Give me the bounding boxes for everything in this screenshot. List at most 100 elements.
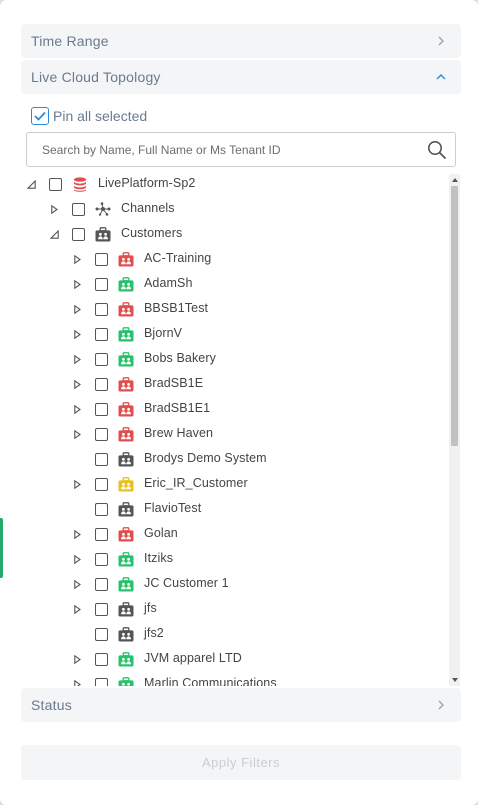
scroll-down-arrow-icon[interactable] xyxy=(451,676,458,684)
tree-node-label: JC Customer 1 xyxy=(144,576,229,590)
tree-row[interactable]: Customers xyxy=(21,222,449,247)
tree-checkbox[interactable] xyxy=(95,628,108,641)
collapsed-caret-icon[interactable] xyxy=(72,329,82,339)
tree-row[interactable]: Bobs Bakery xyxy=(21,347,449,372)
tree-node-label: BjornV xyxy=(144,326,183,340)
briefcase-icon xyxy=(118,676,134,686)
tree-checkbox[interactable] xyxy=(95,253,108,266)
tree-checkbox[interactable] xyxy=(49,178,62,191)
tree-node-label: Customers xyxy=(121,226,183,240)
collapsed-caret-icon[interactable] xyxy=(72,529,82,539)
tree-checkbox[interactable] xyxy=(95,278,108,291)
tree-node-label: AdamSh xyxy=(144,276,193,290)
briefcase-icon xyxy=(118,426,134,442)
apply-filters-button[interactable]: Apply Filters xyxy=(21,745,461,780)
tree-checkbox[interactable] xyxy=(72,228,85,241)
briefcase-icon xyxy=(118,251,134,267)
time-range-header[interactable]: Time Range xyxy=(21,24,461,58)
pin-all-checkbox[interactable] xyxy=(31,107,49,125)
tree-row[interactable]: BjornV xyxy=(21,322,449,347)
tree-checkbox[interactable] xyxy=(95,528,108,541)
tree-checkbox[interactable] xyxy=(95,578,108,591)
chevron-up-icon xyxy=(434,70,448,84)
tree-row[interactable]: Marlin Communications xyxy=(21,672,449,686)
collapsed-caret-icon[interactable] xyxy=(49,204,59,214)
tree-scrollbar[interactable] xyxy=(449,174,460,686)
collapsed-caret-icon[interactable] xyxy=(72,354,82,364)
filter-panel: Time Range Live Cloud Topology Pin all s… xyxy=(0,0,478,805)
collapsed-caret-icon[interactable] xyxy=(72,604,82,614)
tree-checkbox[interactable] xyxy=(95,553,108,566)
expanded-caret-icon[interactable] xyxy=(26,179,36,189)
topology-tree: LivePlatform-Sp2 Channels Customers AC-Trai… xyxy=(21,172,461,686)
tree-checkbox[interactable] xyxy=(95,353,108,366)
tree-row[interactable]: JVM apparel LTD xyxy=(21,647,449,672)
tree-node-label: JVM apparel LTD xyxy=(144,651,242,665)
tree-row[interactable]: Itziks xyxy=(21,547,449,572)
tree-checkbox[interactable] xyxy=(95,503,108,516)
collapsed-caret-icon[interactable] xyxy=(72,654,82,664)
pin-all-selected[interactable]: Pin all selected xyxy=(31,106,147,126)
scroll-up-arrow-icon[interactable] xyxy=(451,176,458,184)
network-icon xyxy=(95,201,111,217)
tree-checkbox[interactable] xyxy=(95,603,108,616)
tree-checkbox[interactable] xyxy=(95,428,108,441)
tree-checkbox[interactable] xyxy=(95,378,108,391)
tree-checkbox[interactable] xyxy=(95,328,108,341)
tree-row[interactable]: AC-Training xyxy=(21,247,449,272)
briefcase-icon xyxy=(118,401,134,417)
collapsed-caret-icon[interactable] xyxy=(72,429,82,439)
collapsed-caret-icon[interactable] xyxy=(72,379,82,389)
tree-row[interactable]: Golan xyxy=(21,522,449,547)
chevron-right-icon xyxy=(434,34,448,48)
collapsed-caret-icon[interactable] xyxy=(72,579,82,589)
collapsed-caret-icon[interactable] xyxy=(72,404,82,414)
briefcase-icon xyxy=(118,526,134,542)
briefcase-icon xyxy=(118,551,134,567)
status-header[interactable]: Status xyxy=(21,688,461,722)
tree-checkbox[interactable] xyxy=(95,403,108,416)
collapsed-caret-icon[interactable] xyxy=(72,254,82,264)
tree-row[interactable]: BBSB1Test xyxy=(21,297,449,322)
tree-checkbox[interactable] xyxy=(95,653,108,666)
briefcase-icon xyxy=(118,651,134,667)
topology-header[interactable]: Live Cloud Topology xyxy=(21,60,461,94)
tree-node-label: BBSB1Test xyxy=(144,301,209,315)
tree-row[interactable]: jfs xyxy=(21,597,449,622)
tree-row[interactable]: Brodys Demo System xyxy=(21,447,449,472)
collapsed-caret-icon[interactable] xyxy=(72,479,82,489)
collapsed-caret-icon[interactable] xyxy=(72,304,82,314)
tree-row[interactable]: Brew Haven xyxy=(21,422,449,447)
tree-node-label: Marlin Communications xyxy=(144,676,277,686)
tree-node-label: LivePlatform-Sp2 xyxy=(98,176,196,190)
search-icon[interactable] xyxy=(419,133,455,166)
tree-row[interactable]: Channels xyxy=(21,197,449,222)
tree-node-label: Brodys Demo System xyxy=(144,451,267,465)
tree-checkbox[interactable] xyxy=(95,678,108,686)
briefcase-icon xyxy=(118,276,134,292)
tree-row[interactable]: LivePlatform-Sp2 xyxy=(21,172,449,197)
chevron-right-icon xyxy=(434,698,448,712)
tree-checkbox[interactable] xyxy=(95,453,108,466)
collapsed-caret-icon[interactable] xyxy=(72,554,82,564)
tree-row[interactable]: BradSB1E xyxy=(21,372,449,397)
tree-row[interactable]: Eric_IR_Customer xyxy=(21,472,449,497)
tree-row[interactable]: FlavioTest xyxy=(21,497,449,522)
search-box xyxy=(26,132,456,167)
collapsed-caret-icon[interactable] xyxy=(72,279,82,289)
tree-row[interactable]: jfs2 xyxy=(21,622,449,647)
tree-checkbox[interactable] xyxy=(95,303,108,316)
time-range-title: Time Range xyxy=(31,33,109,49)
tree-row[interactable]: JC Customer 1 xyxy=(21,572,449,597)
collapsed-caret-icon[interactable] xyxy=(72,679,82,686)
scrollbar-thumb[interactable] xyxy=(451,186,458,446)
search-input[interactable] xyxy=(42,133,419,166)
tree-checkbox[interactable] xyxy=(95,478,108,491)
briefcase-icon xyxy=(118,301,134,317)
briefcase-icon xyxy=(118,626,134,642)
tree-row[interactable]: BradSB1E1 xyxy=(21,397,449,422)
tree-checkbox[interactable] xyxy=(72,203,85,216)
tree-row[interactable]: AdamSh xyxy=(21,272,449,297)
expanded-caret-icon[interactable] xyxy=(49,229,59,239)
topology-title: Live Cloud Topology xyxy=(31,69,161,85)
